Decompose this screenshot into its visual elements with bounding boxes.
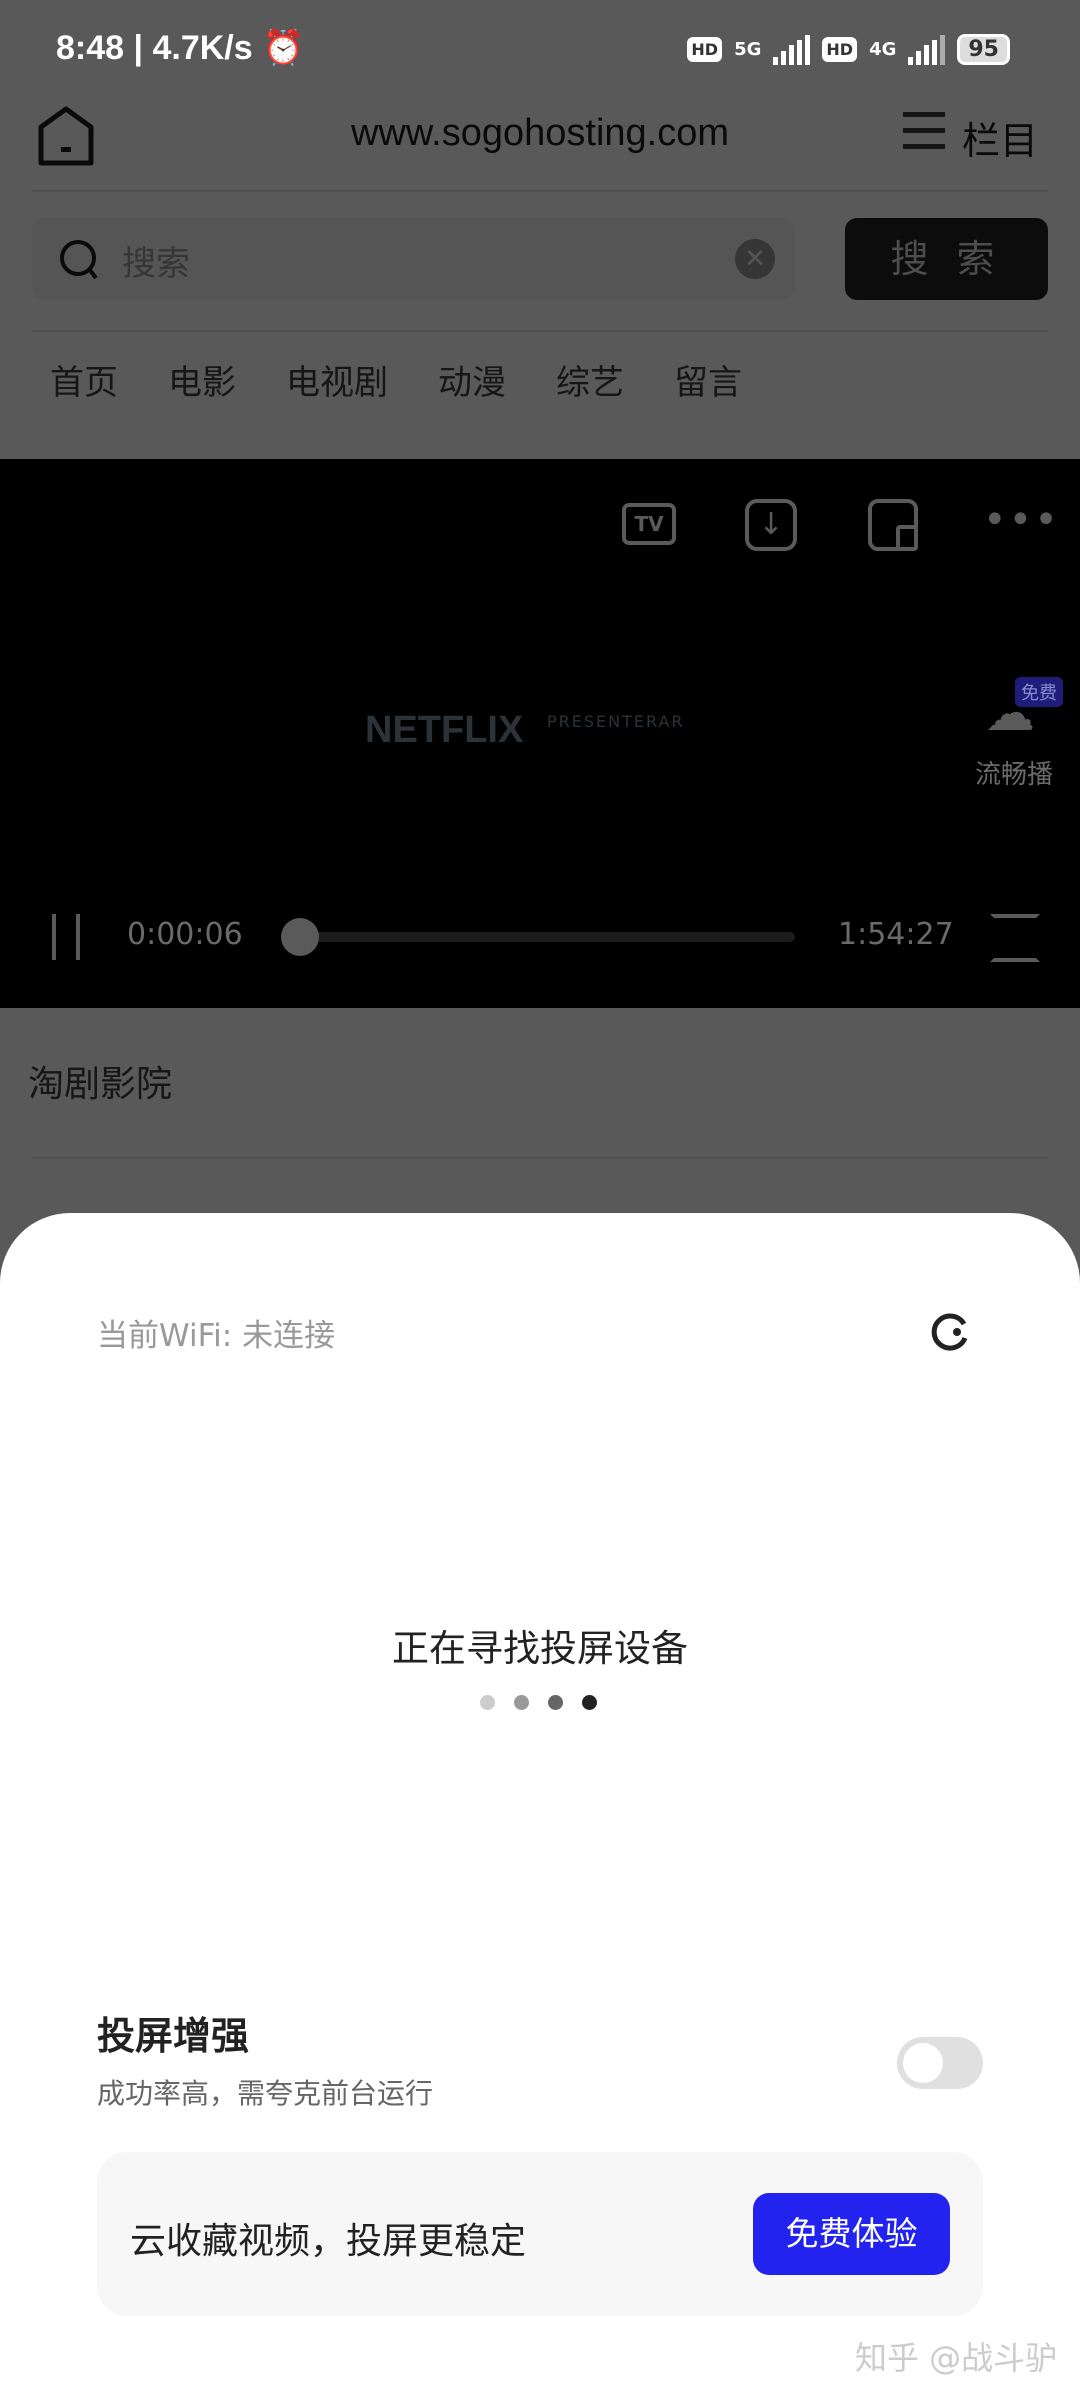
hd-icon: HD: [822, 37, 858, 62]
tab-tv[interactable]: 电视剧: [286, 355, 388, 404]
status-left: 8:48 | 4.7K/s ⏰: [56, 29, 305, 67]
tab-home[interactable]: 首页: [50, 355, 118, 404]
pip-icon[interactable]: [868, 499, 918, 551]
slider-thumb[interactable]: [281, 918, 320, 956]
alarm-icon: ⏰: [262, 29, 305, 67]
network-speed: 4.7K/s: [152, 29, 253, 67]
divider: [32, 330, 1048, 332]
promo-card: 云收藏视频，投屏更稳定 免费体验: [97, 2152, 983, 2316]
search-placeholder: 搜索: [122, 244, 190, 284]
more-icon[interactable]: •••: [983, 497, 1060, 543]
video-player[interactable]: TV ↓ ••• NETFLIX PRESENTERAR ☁ 免费 流畅播 0:…: [0, 459, 1080, 1008]
menu-label[interactable]: 栏目: [962, 110, 1038, 165]
cast-tv-icon[interactable]: TV: [622, 503, 676, 545]
battery-icon: 95: [957, 34, 1010, 65]
tab-messages[interactable]: 留言: [674, 355, 742, 404]
enhance-subtitle: 成功率高，需夸克前台运行: [97, 2077, 434, 2110]
tab-movies[interactable]: 电影: [168, 355, 236, 404]
watermark: 知乎 @战斗驴: [855, 2339, 1058, 2377]
search-button[interactable]: 搜 索: [845, 218, 1048, 300]
hd-icon: HD: [687, 37, 723, 62]
network-type: 5G: [734, 39, 762, 60]
current-time: 0:00:06: [127, 917, 243, 952]
search-icon: [60, 240, 98, 280]
video-watermark: NETFLIX: [365, 709, 524, 751]
divider: [32, 1157, 1048, 1159]
fullscreen-icon[interactable]: [990, 914, 1040, 962]
enhance-title: 投屏增强: [97, 2014, 250, 2058]
search-input[interactable]: 搜索 ✕: [32, 218, 795, 300]
menu-icon[interactable]: [903, 112, 945, 149]
clear-icon[interactable]: ✕: [735, 239, 775, 279]
download-icon[interactable]: ↓: [745, 499, 797, 551]
loading-dot: [582, 1695, 597, 1710]
video-watermark-sub: PRESENTERAR: [547, 712, 685, 731]
enhance-toggle[interactable]: [897, 2037, 983, 2089]
searching-text: 正在寻找投屏设备: [392, 1627, 688, 1670]
loading-dot: [480, 1695, 495, 1710]
wifi-status: 当前WiFi: 未连接: [97, 1318, 336, 1354]
tab-variety[interactable]: 综艺: [556, 355, 624, 404]
network-type: 4G: [869, 39, 897, 60]
nav-tabs: 首页 电影 电视剧 动漫 综艺 留言: [50, 355, 792, 404]
loading-dot: [548, 1695, 563, 1710]
site-name: 淘剧影院: [28, 1064, 173, 1105]
pause-icon[interactable]: [52, 914, 80, 960]
refresh-icon[interactable]: [928, 1310, 972, 1354]
progress-slider[interactable]: [281, 918, 795, 956]
smooth-play-label[interactable]: 流畅播: [975, 754, 1053, 791]
divider: [32, 190, 1048, 192]
signal-icon: [773, 34, 811, 65]
total-time: 1:54:27: [838, 917, 954, 952]
signal-icon: [908, 34, 946, 65]
free-badge: 免费: [1015, 677, 1063, 707]
free-trial-button[interactable]: 免费体验: [753, 2193, 950, 2275]
loading-dot: [514, 1695, 529, 1710]
clock: 8:48: [56, 29, 125, 67]
status-bar: 8:48 | 4.7K/s ⏰ HD 5G HD 4G 95: [0, 0, 1080, 100]
promo-text: 云收藏视频，投屏更稳定: [130, 2221, 527, 2262]
tab-anime[interactable]: 动漫: [438, 355, 506, 404]
status-right: HD 5G HD 4G 95: [687, 34, 1010, 65]
